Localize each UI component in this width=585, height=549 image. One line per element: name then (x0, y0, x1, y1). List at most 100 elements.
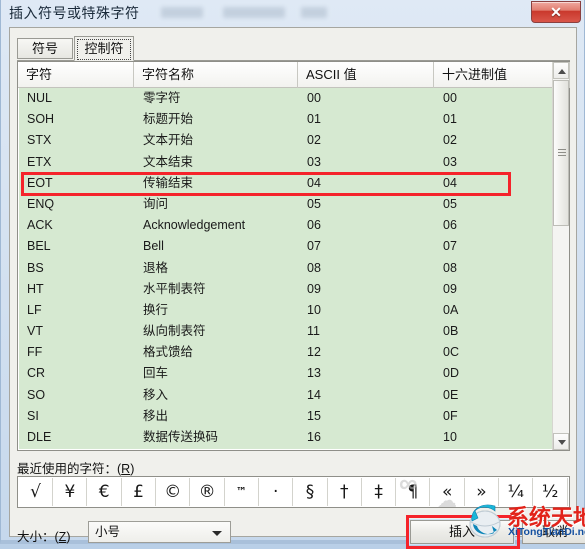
table-row[interactable]: SI 移出 15 0F (19, 406, 553, 427)
size-dropdown[interactable]: 小号 (88, 521, 231, 543)
cell-hex: 08 (443, 260, 457, 275)
cell-char: BEL (27, 239, 51, 254)
cell-ascii: 02 (307, 133, 321, 148)
cell-hex: 10 (443, 430, 457, 444)
cell-name: 文本开始 (143, 133, 194, 148)
symbol-cell[interactable]: √ (19, 478, 54, 506)
cell-name: 移入 (143, 387, 169, 402)
cell-ascii: 08 (307, 260, 321, 275)
cell-char: NUL (27, 91, 53, 105)
table-row[interactable]: HT 水平制表符 09 09 (19, 279, 553, 300)
cell-ascii: 15 (307, 408, 321, 423)
scroll-up-button[interactable] (553, 62, 569, 79)
recent-label-tail: ) (130, 462, 135, 476)
table-row[interactable]: NUL 零字符 00 00 (19, 88, 553, 109)
cell-char: EOT (27, 175, 53, 190)
size-label: 大小：(Z) (17, 526, 70, 545)
cell-ascii: 04 (307, 175, 321, 190)
cancel-button[interactable]: 取消 (522, 520, 585, 544)
table-row[interactable]: DLE 数据传送换码 16 10 (19, 427, 553, 448)
symbol-cell[interactable]: « (430, 478, 465, 506)
table-row[interactable]: SO 移入 14 0E (19, 385, 553, 406)
cell-hex: 06 (443, 218, 457, 233)
symbol-cell[interactable]: » (464, 478, 500, 506)
cell-name: 文本结束 (143, 154, 194, 169)
table-row[interactable]: BS 退格 08 08 (19, 258, 553, 279)
tab-control-characters[interactable]: 控制符 (74, 36, 134, 61)
cell-hex: 0F (443, 408, 458, 423)
symbol-cell[interactable]: ¶ (396, 478, 431, 506)
recent-label-accesskey: R (121, 462, 131, 476)
symbol-cell[interactable]: · (259, 478, 294, 506)
blurred-title-chip-1 (161, 7, 203, 18)
table-row[interactable]: BEL Bell 07 07 (19, 236, 553, 257)
blurred-title-chip-3 (301, 7, 327, 18)
cell-ascii: 16 (307, 430, 321, 444)
table-row[interactable]: ENQ 询问 05 05 (19, 194, 553, 215)
title-bar: 插入符号或特殊字符 ✕ (1, 0, 585, 26)
insert-button[interactable]: 插入 (410, 520, 514, 544)
cell-hex: 00 (443, 91, 457, 105)
cell-name: 退格 (143, 260, 169, 275)
vertical-scrollbar[interactable] (552, 62, 569, 450)
cell-hex: 05 (443, 196, 457, 211)
symbol-cell[interactable]: ½ (533, 478, 568, 506)
cell-name: 纵向制表符 (143, 324, 206, 339)
recent-characters-label: 最近使用的字符：(R) (17, 458, 134, 477)
tab-label: 控制符 (84, 41, 124, 56)
symbol-cell[interactable]: £ (121, 478, 157, 506)
symbol-cell[interactable]: ¼ (499, 478, 534, 506)
cell-ascii: 07 (307, 239, 321, 254)
table-row[interactable]: CR 回车 13 0D (19, 363, 553, 384)
cell-ascii: 10 (307, 302, 321, 317)
table-row[interactable]: EOT 传输结束 04 04 (19, 173, 553, 194)
cell-name: Bell (143, 239, 164, 254)
size-label-text: 大小：( (17, 530, 59, 544)
cell-char: ENQ (27, 196, 55, 211)
cell-ascii: 12 (307, 345, 321, 360)
cell-name: 数据传送换码 (143, 430, 219, 444)
scroll-down-button[interactable] (553, 433, 569, 450)
close-button[interactable]: ✕ (531, 1, 581, 23)
symbol-cell[interactable]: † (327, 478, 362, 506)
cell-char: SOH (27, 112, 55, 127)
cell-char: SO (27, 387, 46, 402)
symbol-cell[interactable]: § (293, 478, 328, 506)
cell-char: HT (27, 281, 44, 296)
cell-ascii: 14 (307, 387, 321, 402)
cell-ascii: 09 (307, 281, 321, 296)
table-row[interactable]: ETX 文本结束 03 03 (19, 152, 553, 173)
symbol-cell[interactable]: © (156, 478, 191, 506)
cell-name: 传输结束 (143, 175, 194, 190)
table-row[interactable]: LF 换行 10 0A (19, 300, 553, 321)
column-header-3[interactable]: ASCII 值 (298, 62, 434, 88)
symbol-cell[interactable]: ™ (224, 478, 259, 506)
scrollbar-thumb[interactable] (553, 80, 569, 226)
cell-ascii: 01 (307, 112, 321, 127)
table-row[interactable]: VT 纵向制表符 11 0B (19, 321, 553, 342)
dialog-window: 插入符号或特殊字符 ✕ 符号 控制符 字符 字符名称 ASCII 值十六进制值 NUL… (0, 0, 585, 549)
symbol-cell[interactable]: ® (190, 478, 225, 506)
cell-name: 移出 (143, 408, 169, 423)
table-row[interactable]: SOH 标题开始 01 01 (19, 109, 553, 130)
column-header-1[interactable]: 字符 (18, 62, 134, 88)
cell-name: 换行 (143, 302, 169, 317)
symbol-cell[interactable]: € (87, 478, 122, 506)
cell-ascii: 05 (307, 196, 321, 211)
table-row[interactable]: STX 文本开始 02 02 (19, 130, 553, 151)
cell-hex: 0E (443, 387, 459, 402)
blurred-title-chip-2 (223, 7, 285, 18)
tab-symbols[interactable]: 符号 (17, 38, 73, 59)
cell-hex: 04 (443, 175, 457, 190)
column-header-2[interactable]: 字符名称 (134, 62, 298, 88)
cell-char: STX (27, 133, 52, 148)
cell-hex: 07 (443, 239, 457, 254)
cell-hex: 09 (443, 281, 457, 296)
cell-char: ACK (27, 218, 53, 233)
column-header-4[interactable]: 十六进制值 (434, 62, 570, 88)
symbol-cell[interactable]: ¥ (53, 478, 88, 506)
symbol-cell[interactable]: ‡ (362, 478, 397, 506)
table-row[interactable]: FF 格式馈给 12 0C (19, 342, 553, 363)
cell-char: DLE (27, 430, 52, 444)
table-row[interactable]: ACK Acknowledgement 06 06 (19, 215, 553, 236)
